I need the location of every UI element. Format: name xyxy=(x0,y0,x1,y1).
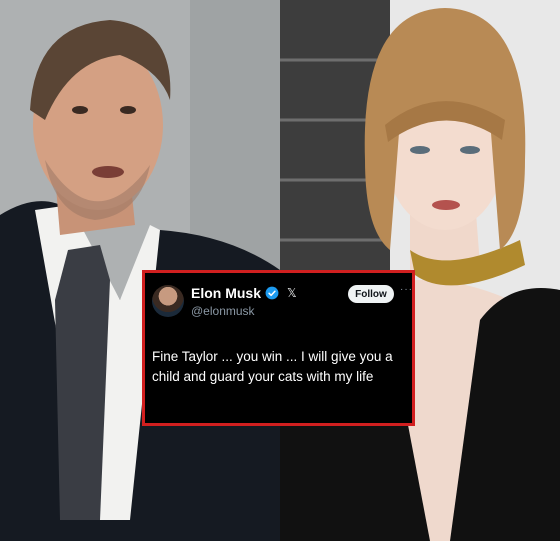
name-row: Elon Musk 𝕏 xyxy=(191,285,297,301)
display-name[interactable]: Elon Musk xyxy=(191,285,261,301)
tweet-text: Fine Taylor ... you win ... I will give … xyxy=(152,349,393,384)
avatar[interactable] xyxy=(152,285,184,317)
tweet-card[interactable]: Elon Musk 𝕏 @elonmusk Follow ··· Fine Ta… xyxy=(142,270,415,426)
verified-badge-icon xyxy=(265,286,279,300)
more-icon[interactable]: ··· xyxy=(400,284,413,295)
handle[interactable]: @elonmusk xyxy=(191,304,255,318)
x-logo-icon: 𝕏 xyxy=(287,286,297,300)
follow-button[interactable]: Follow xyxy=(348,285,394,303)
